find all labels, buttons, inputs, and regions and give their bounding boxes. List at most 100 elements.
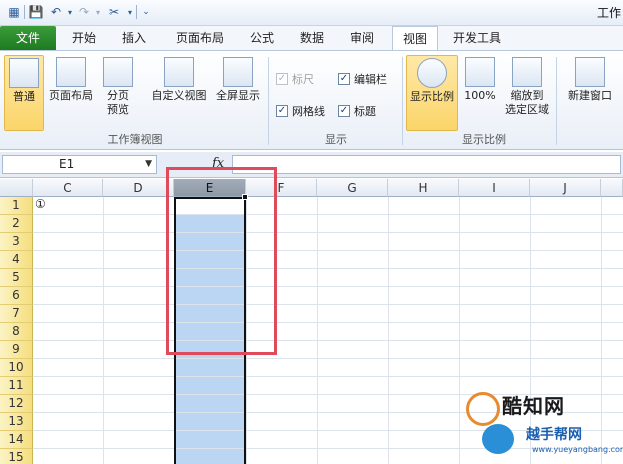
row-header[interactable]: 5 <box>0 269 33 287</box>
zoom-selection-label-1: 缩放到 <box>510 89 544 102</box>
new-window-label: 新建窗口 <box>568 89 612 102</box>
check-icon: ✓ <box>338 105 350 117</box>
gridlines-checkbox[interactable]: ✓ 网格线 <box>276 103 325 119</box>
gridline <box>388 197 389 464</box>
page-layout-view-button[interactable]: 页面布局 <box>46 55 96 103</box>
column-header-next[interactable] <box>601 179 623 197</box>
row-header[interactable]: 9 <box>0 341 33 359</box>
row-header[interactable]: 3 <box>0 233 33 251</box>
zoom-label: 显示比例 <box>410 90 454 103</box>
gridline <box>33 268 623 269</box>
name-box[interactable]: E1 ▼ <box>2 155 157 174</box>
zoom-100-label: 100% <box>464 89 496 102</box>
headings-label: 标题 <box>354 105 376 118</box>
column-header-j[interactable]: J <box>530 179 601 197</box>
ruler-checkbox[interactable]: ✓ 标尺 <box>276 71 314 87</box>
check-icon: ✓ <box>276 73 288 85</box>
zoom-to-selection-button[interactable]: 缩放到 选定区域 <box>502 55 552 117</box>
normal-view-icon <box>9 58 39 88</box>
magnifier-icon <box>417 58 447 88</box>
watermark-url: www.yueyangbang.com <box>532 445 623 454</box>
row-header[interactable]: 2 <box>0 215 33 233</box>
headings-checkbox[interactable]: ✓ 标题 <box>338 103 376 119</box>
page-break-label-1: 分页 <box>107 89 129 102</box>
zoom-selection-label-2: 选定区域 <box>505 103 549 116</box>
row-header[interactable]: 6 <box>0 287 33 305</box>
normal-view-button[interactable]: 普通 <box>4 55 44 131</box>
formula-input[interactable] <box>232 155 621 174</box>
ribbon-view: 普通 页面布局 分页 预览 自定义视图 全屏显示 工作簿视图 ✓ 标尺 ✓ 编辑… <box>0 50 623 150</box>
row-header[interactable]: 13 <box>0 413 33 431</box>
cell-c1[interactable]: ① <box>35 197 46 211</box>
row-header[interactable]: 7 <box>0 305 33 323</box>
column-header-g[interactable]: G <box>317 179 388 197</box>
full-screen-button[interactable]: 全屏显示 <box>212 55 264 103</box>
row-header[interactable]: 10 <box>0 359 33 377</box>
page-break-icon <box>103 57 133 87</box>
save-icon[interactable]: 💾 <box>28 4 44 20</box>
tab-view[interactable]: 视图 <box>392 26 438 51</box>
normal-view-label: 普通 <box>13 90 35 103</box>
tab-data[interactable]: 数据 <box>290 26 334 50</box>
row-header[interactable]: 15 <box>0 449 33 464</box>
row-header[interactable]: 12 <box>0 395 33 413</box>
row-header[interactable]: 11 <box>0 377 33 395</box>
row-header[interactable]: 14 <box>0 431 33 449</box>
window-title: 工作 <box>596 6 621 20</box>
watermark-sub: 越手帮网 <box>526 427 582 443</box>
group-label-workbook-views: 工作簿视图 <box>107 133 163 146</box>
zoom-100-button[interactable]: 100% <box>462 55 498 103</box>
column-header-c[interactable]: C <box>33 179 103 197</box>
chevron-down-icon[interactable]: ▾ <box>90 4 106 20</box>
page-break-preview-button[interactable]: 分页 预览 <box>100 55 136 117</box>
zoom-selection-icon <box>512 57 542 87</box>
new-window-button[interactable]: 新建窗口 <box>560 55 620 103</box>
customize-qat-icon[interactable]: ⌄ <box>138 4 154 20</box>
gridline <box>33 322 623 323</box>
watermark: 酷知网 越手帮网 www.yueyangbang.com <box>462 390 623 464</box>
column-header-h[interactable]: H <box>388 179 459 197</box>
gridlines-label: 网格线 <box>292 105 325 118</box>
gridline <box>33 250 623 251</box>
tab-developer[interactable]: 开发工具 <box>446 26 508 50</box>
formula-bar: E1 ▼ fx <box>0 152 623 178</box>
ribbon-tabs: 文件 开始 插入 页面布局 公式 数据 审阅 视图 开发工具 <box>0 26 623 51</box>
tab-insert[interactable]: 插入 <box>112 26 156 50</box>
zoom-button[interactable]: 显示比例 <box>406 55 458 131</box>
column-header-d[interactable]: D <box>103 179 174 197</box>
tab-formulas[interactable]: 公式 <box>240 26 284 50</box>
page-break-label-2: 预览 <box>107 103 129 116</box>
gridline <box>459 197 460 464</box>
row-header[interactable]: 1 <box>0 197 33 215</box>
group-label-show: 显示 <box>325 133 347 146</box>
toolbar-divider <box>24 5 25 19</box>
group-divider <box>268 57 269 145</box>
full-screen-icon <box>223 57 253 87</box>
page-layout-label: 页面布局 <box>49 89 93 102</box>
row-header[interactable]: 4 <box>0 251 33 269</box>
gridline <box>33 358 623 359</box>
formula-bar-checkbox[interactable]: ✓ 编辑栏 <box>338 71 387 87</box>
page-layout-icon <box>56 57 86 87</box>
tools-icon[interactable]: ✂ <box>106 4 122 20</box>
toolbar-divider <box>136 5 137 19</box>
formula-bar-label: 编辑栏 <box>354 73 387 86</box>
full-screen-label: 全屏显示 <box>216 89 260 102</box>
custom-view-icon <box>164 57 194 87</box>
tab-home[interactable]: 开始 <box>62 26 106 50</box>
row-header[interactable]: 8 <box>0 323 33 341</box>
tab-page-layout[interactable]: 页面布局 <box>164 26 236 50</box>
new-window-icon <box>575 57 605 87</box>
excel-icon: ▦ <box>8 5 20 19</box>
check-icon: ✓ <box>276 105 288 117</box>
watermark-logo-icon <box>482 424 514 454</box>
column-header-i[interactable]: I <box>459 179 530 197</box>
chevron-down-icon[interactable]: ▼ <box>145 156 152 173</box>
tab-file[interactable]: 文件 <box>0 26 56 50</box>
custom-views-button[interactable]: 自定义视图 <box>150 55 208 103</box>
select-all-corner[interactable] <box>0 179 33 197</box>
tab-review[interactable]: 审阅 <box>340 26 384 50</box>
gridline <box>33 304 623 305</box>
group-label-zoom: 显示比例 <box>462 133 506 146</box>
ruler-label: 标尺 <box>292 73 314 86</box>
